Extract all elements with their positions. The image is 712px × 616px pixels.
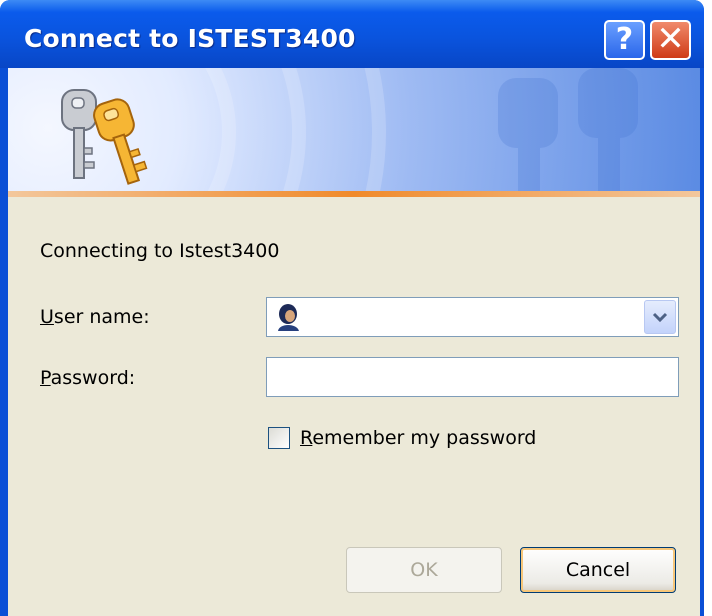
chevron-down-icon: [652, 312, 668, 323]
keys-icon: [61, 89, 148, 185]
window-frame-right: [700, 68, 704, 616]
password-label-access-key: P: [40, 367, 51, 389]
close-icon: ✕: [656, 19, 685, 59]
banner: [8, 68, 700, 194]
password-label: Password:: [40, 367, 135, 389]
cancel-button[interactable]: Cancel: [520, 547, 676, 593]
banner-watermark-icon: [498, 68, 638, 194]
window-title: Connect to ISTEST3400: [24, 24, 356, 53]
username-dropdown-button[interactable]: [644, 300, 676, 334]
help-button[interactable]: ?: [604, 20, 645, 60]
user-avatar-icon: [278, 304, 299, 331]
help-icon: ?: [615, 22, 634, 57]
username-label-access-key: U: [40, 306, 54, 328]
remember-password-checkbox[interactable]: [268, 427, 290, 449]
remember-password-label[interactable]: Remember my password: [300, 427, 536, 449]
username-combobox[interactable]: [266, 297, 679, 337]
dialog-window: Connect to ISTEST3400 ? ✕ Connecting to …: [0, 0, 704, 616]
username-label-text: ser name:: [53, 306, 150, 328]
title-bar[interactable]: Connect to ISTEST3400 ? ✕: [0, 0, 704, 68]
password-label-text: assword:: [50, 367, 136, 389]
ok-button[interactable]: OK: [346, 547, 502, 593]
remember-label-text: emember my password: [312, 427, 537, 449]
password-field[interactable]: [266, 357, 679, 397]
close-button[interactable]: ✕: [650, 20, 691, 60]
username-label: User name:: [40, 306, 150, 328]
connecting-message: Connecting to Istest3400: [40, 240, 280, 262]
remember-access-key: R: [300, 427, 313, 449]
window-frame-left: [0, 68, 8, 616]
